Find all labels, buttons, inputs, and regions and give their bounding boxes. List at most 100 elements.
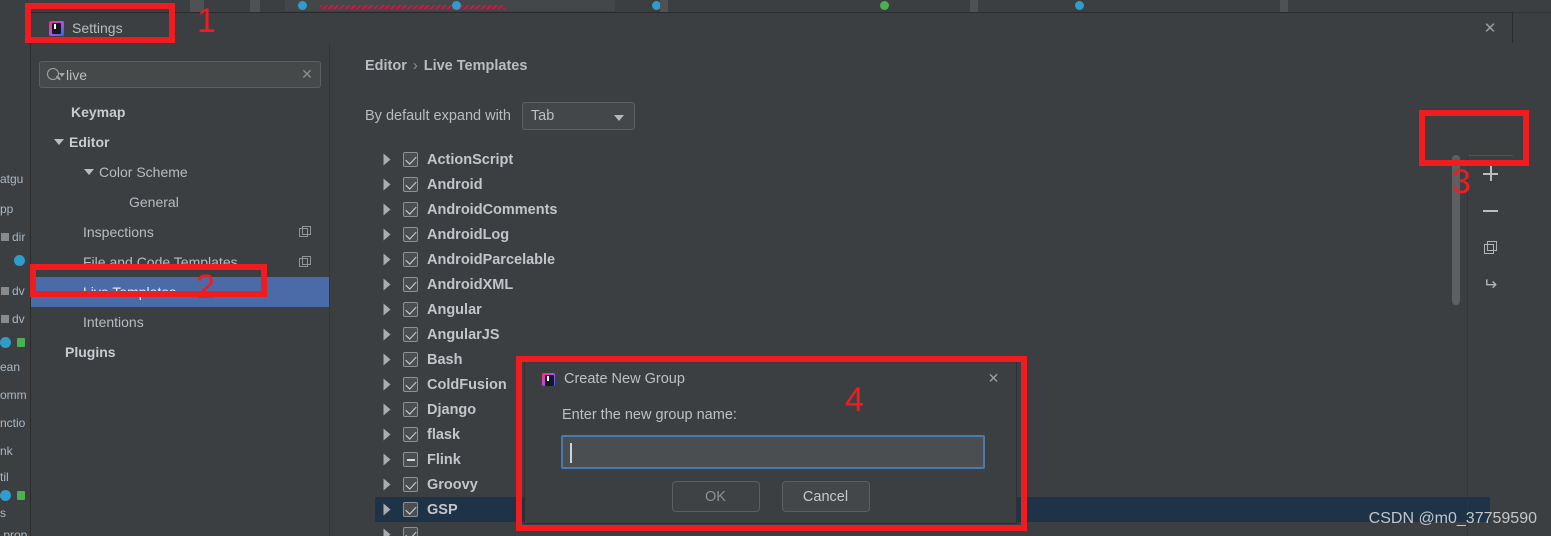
group-label: AndroidLog (427, 226, 510, 243)
group-label: Android (427, 176, 483, 193)
sidebar-item-label: Color Scheme (99, 164, 188, 180)
chevron-right-icon[interactable] (375, 353, 403, 366)
group-label: Django (427, 401, 477, 418)
group-checkbox[interactable] (403, 252, 418, 267)
method-icon (0, 337, 11, 348)
group-checkbox[interactable] (403, 427, 418, 442)
ide-project-tree[interactable]: atgu pp dir dv dv ean omm nctio nk til s… (0, 12, 30, 536)
revert-button[interactable]: ↵ (1468, 266, 1513, 303)
breadcrumb-separator: › (412, 58, 418, 74)
chevron-right-icon[interactable] (375, 203, 403, 216)
group-label: AndroidComments (427, 201, 558, 218)
lock-icon (17, 338, 25, 347)
remove-button[interactable] (1468, 192, 1513, 229)
chevron-right-icon[interactable] (375, 303, 403, 316)
sidebar-item-editor[interactable]: Editor (31, 127, 329, 157)
table-row[interactable]: AndroidParcelable (375, 247, 1490, 272)
chevron-down-icon (613, 115, 624, 121)
ide-tab-icon (1075, 1, 1084, 10)
group-checkbox[interactable] (403, 352, 418, 367)
copy-icon[interactable] (299, 256, 311, 268)
annotation-number-4: 4 (845, 381, 864, 419)
annotation-box-3 (1419, 110, 1529, 166)
group-checkbox[interactable] (403, 277, 418, 292)
ide-tab-icon (880, 1, 889, 10)
group-label: AndroidParcelable (427, 251, 556, 268)
table-row[interactable]: Angular (375, 297, 1490, 322)
table-row[interactable]: AngularJS (375, 322, 1490, 347)
group-label: AngularJS (427, 326, 500, 343)
group-checkbox[interactable] (403, 327, 418, 342)
sidebar-item-plugins[interactable]: Plugins (31, 337, 329, 367)
chevron-right-icon[interactable] (375, 378, 403, 391)
chevron-down-icon[interactable] (83, 169, 95, 175)
chevron-right-icon[interactable] (375, 478, 403, 491)
sidebar-item-label: Plugins (65, 344, 116, 360)
group-checkbox[interactable] (403, 227, 418, 242)
table-row[interactable]: AndroidComments (375, 197, 1490, 222)
table-row[interactable]: ActionScript (375, 147, 1490, 172)
group-checkbox[interactable] (403, 377, 418, 392)
ide-tree-item: ean (0, 360, 21, 374)
group-label: flask (427, 426, 461, 443)
ide-tree-item: nctio (0, 416, 26, 430)
group-label: Angular (427, 301, 482, 318)
sidebar-item-general[interactable]: General (31, 187, 329, 217)
ide-tab-chip (970, 0, 978, 12)
chevron-right-icon[interactable] (375, 253, 403, 266)
group-label: Bash (427, 351, 463, 368)
chevron-right-icon[interactable] (375, 153, 403, 166)
settings-titlebar: Settings (31, 13, 1512, 43)
chevron-right-icon[interactable] (375, 528, 403, 536)
group-label: AndroidXML (427, 276, 514, 293)
chevron-right-icon[interactable] (375, 403, 403, 416)
chevron-right-icon[interactable] (375, 428, 403, 441)
group-checkbox[interactable] (403, 177, 418, 192)
breadcrumb-current: Live Templates (423, 58, 528, 74)
search-input[interactable]: live ✕ (39, 61, 321, 88)
duplicate-button[interactable] (1468, 229, 1513, 266)
search-value: live (66, 66, 88, 83)
group-checkbox[interactable] (403, 452, 418, 467)
chevron-right-icon[interactable] (375, 503, 403, 516)
expand-with-select[interactable]: Tab (521, 102, 635, 130)
group-checkbox[interactable] (403, 477, 418, 492)
sidebar-item-label: Editor (69, 134, 110, 150)
annotation-box-4 (516, 356, 1027, 531)
group-checkbox[interactable] (403, 152, 418, 167)
chevron-down-icon[interactable] (53, 139, 65, 145)
chevron-right-icon[interactable] (375, 228, 403, 241)
expand-with-row: By default expand with Tab (365, 102, 635, 130)
sidebar-item-inspections[interactable]: Inspections (31, 217, 329, 247)
chevron-right-icon[interactable] (375, 278, 403, 291)
settings-tree: Keymap Editor Color Scheme General Inspe… (31, 97, 329, 367)
ide-tree-item: atgu (0, 172, 24, 186)
chevron-right-icon[interactable] (375, 328, 403, 341)
clear-icon[interactable]: ✕ (294, 66, 320, 83)
table-row[interactable]: Android (375, 172, 1490, 197)
close-icon[interactable]: ✕ (1482, 21, 1498, 37)
sidebar-item-label: General (129, 194, 179, 210)
annotation-number-3: 3 (1452, 163, 1471, 201)
ide-tab-icon (452, 1, 461, 10)
table-row[interactable]: AndroidLog (375, 222, 1490, 247)
plus-icon (1483, 166, 1498, 181)
breadcrumb-parent[interactable]: Editor (365, 58, 407, 74)
copy-icon[interactable] (299, 226, 311, 238)
group-checkbox[interactable] (403, 502, 418, 517)
annotation-number-1: 1 (197, 2, 216, 40)
chevron-right-icon[interactable] (375, 453, 403, 466)
group-checkbox[interactable] (403, 527, 418, 536)
table-row[interactable]: AndroidXML (375, 272, 1490, 297)
sidebar-item-intentions[interactable]: Intentions (31, 307, 329, 337)
group-checkbox[interactable] (403, 202, 418, 217)
sidebar-item-color-scheme[interactable]: Color Scheme (31, 157, 329, 187)
undo-icon: ↵ (1483, 275, 1498, 294)
chevron-right-icon[interactable] (375, 178, 403, 191)
sidebar-item-keymap[interactable]: Keymap (31, 97, 329, 127)
ide-tree-item: pp (0, 202, 14, 216)
group-label: GSP (427, 501, 458, 518)
group-checkbox[interactable] (403, 402, 418, 417)
ide-tree-item: til (0, 470, 9, 484)
group-checkbox[interactable] (403, 302, 418, 317)
